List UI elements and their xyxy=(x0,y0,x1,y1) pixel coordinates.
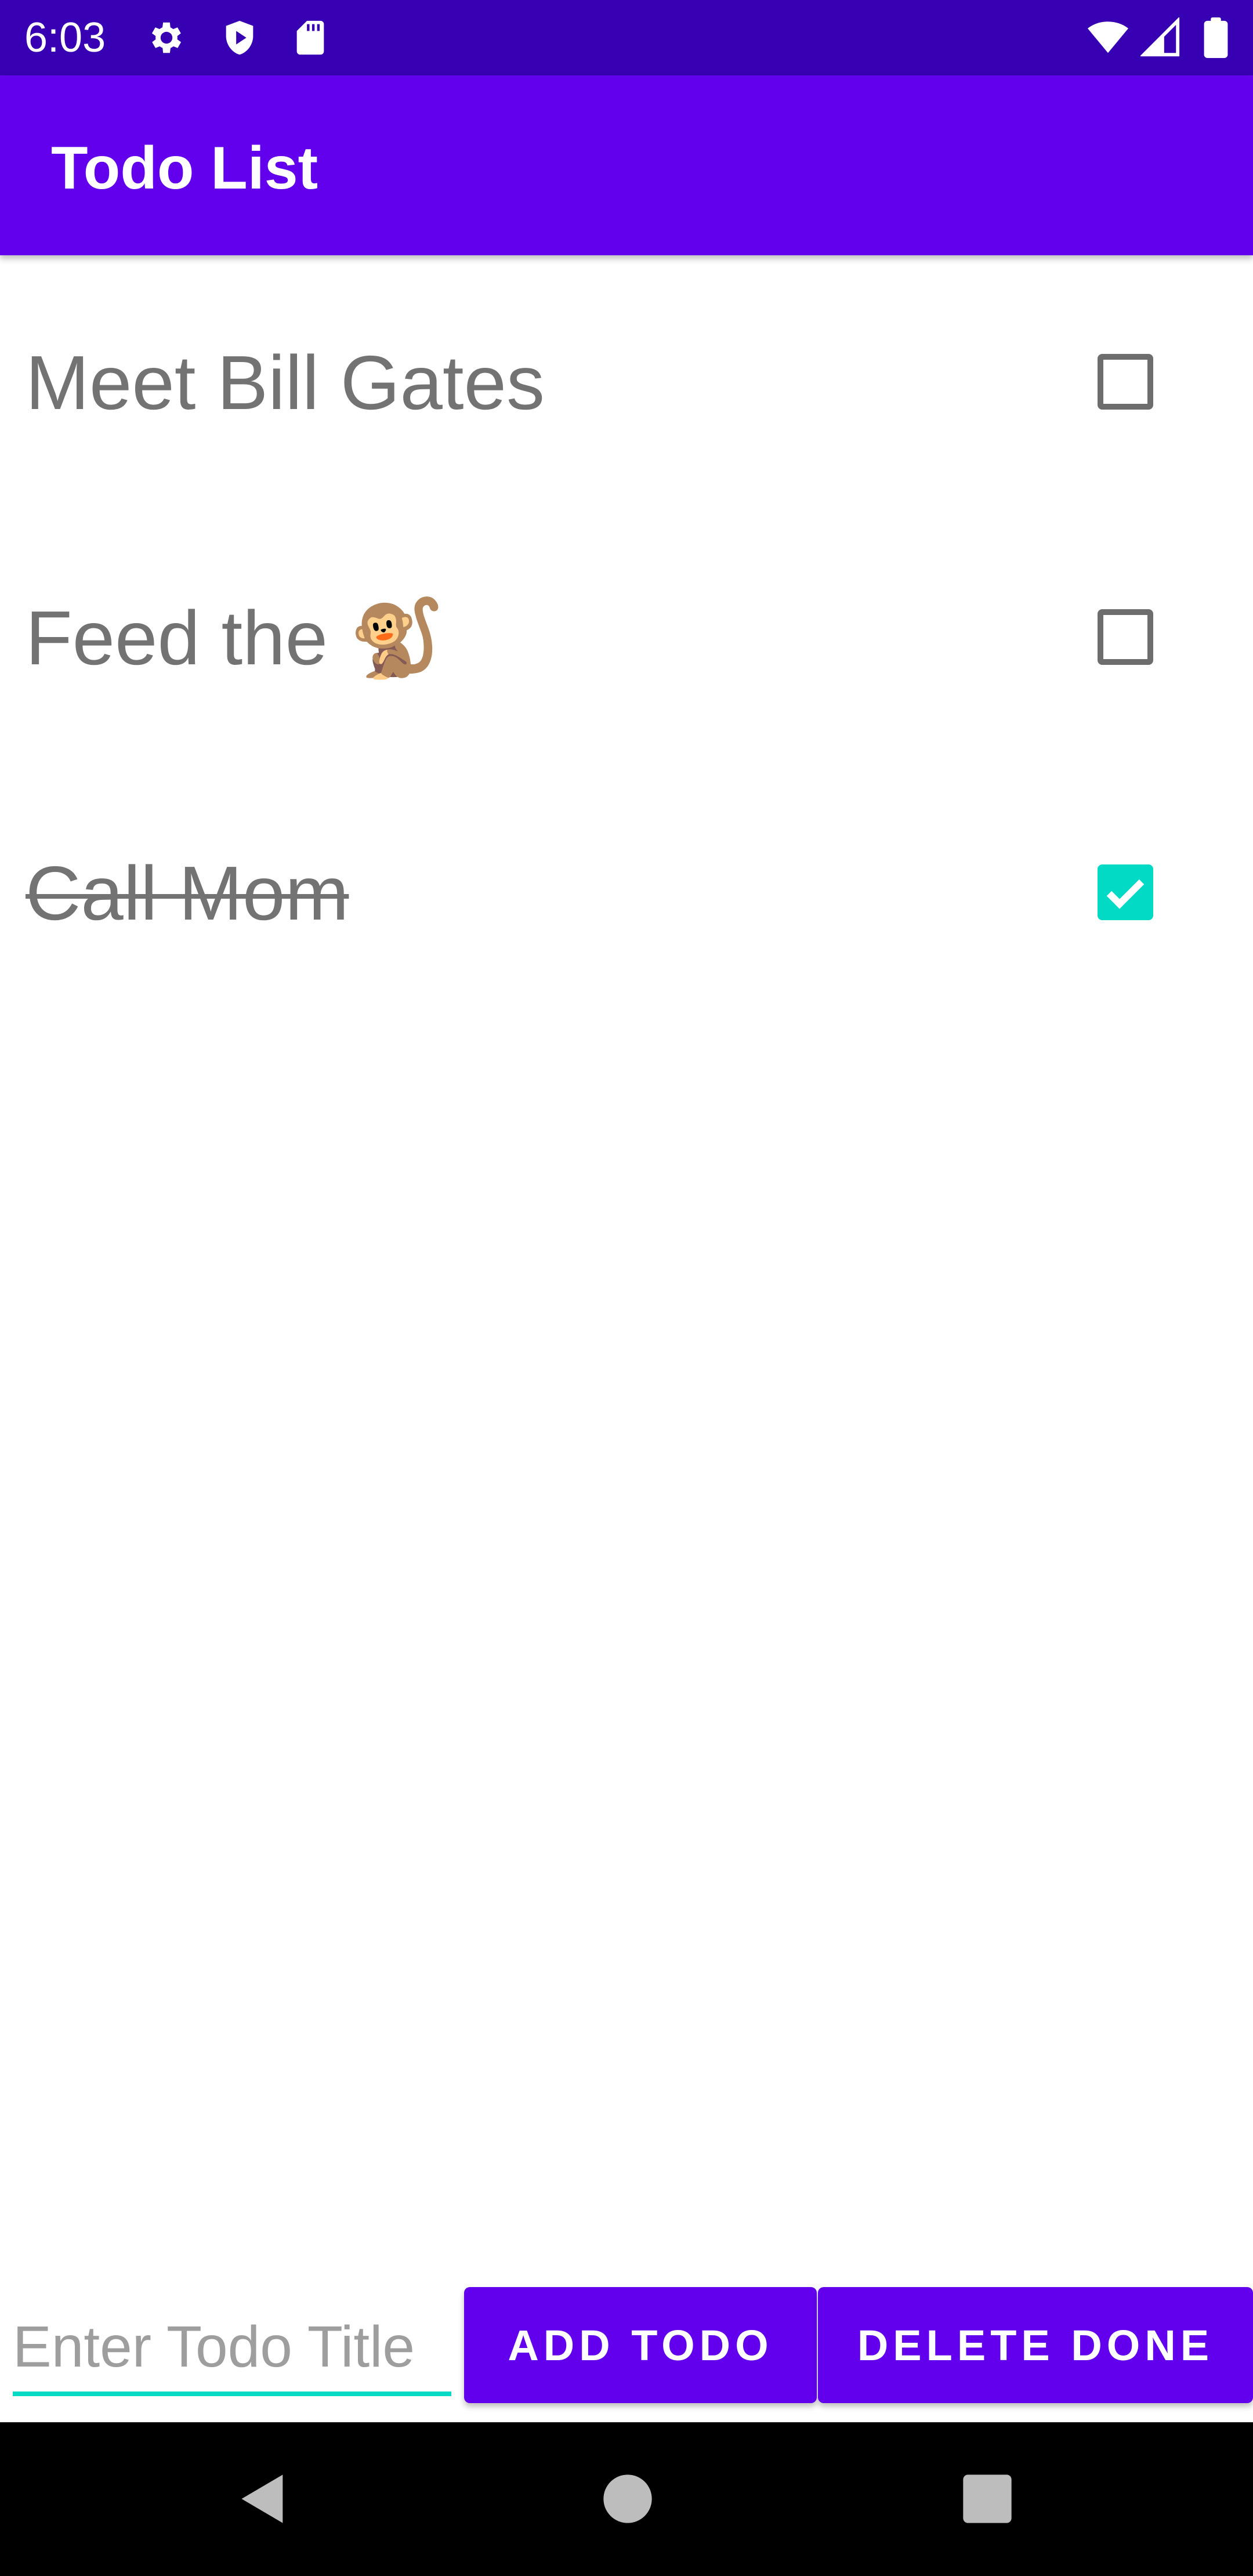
todo-title-field[interactable] xyxy=(13,2298,451,2402)
todo-title-input[interactable] xyxy=(13,2309,451,2385)
app-title: Todo List xyxy=(51,135,318,202)
home-icon[interactable] xyxy=(599,2470,657,2528)
todo-title: Meet Bill Gates xyxy=(26,340,545,425)
todo-item[interactable]: Feed the 🐒 xyxy=(0,511,1253,766)
todo-app-screen: 6:03 Todo List Meet Bill Gates Feed the … xyxy=(0,0,1253,2576)
todo-item[interactable]: Call Mom xyxy=(0,766,1253,1021)
add-todo-button[interactable]: ADD TODO xyxy=(464,2287,817,2403)
status-bar: 6:03 xyxy=(0,0,1253,75)
battery-icon xyxy=(1200,17,1232,58)
recents-icon[interactable] xyxy=(958,2470,1016,2528)
shield-play-icon xyxy=(219,17,260,58)
todo-title: Call Mom xyxy=(26,851,349,936)
gear-icon xyxy=(146,17,187,58)
todo-checkbox-checked[interactable] xyxy=(1098,864,1153,920)
back-icon[interactable] xyxy=(234,2470,292,2528)
todo-checkbox[interactable] xyxy=(1098,609,1153,665)
todo-checkbox[interactable] xyxy=(1098,354,1153,410)
todo-title: Feed the 🐒 xyxy=(26,595,445,681)
navigation-bar xyxy=(0,2422,1253,2576)
sd-card-icon xyxy=(290,17,331,58)
input-underline xyxy=(13,2392,451,2396)
signal-icon xyxy=(1140,17,1181,58)
todo-item[interactable]: Meet Bill Gates xyxy=(0,255,1253,511)
app-bar: Todo List xyxy=(0,75,1253,255)
delete-done-button[interactable]: DELETE DONE xyxy=(818,2287,1253,2403)
wifi-icon xyxy=(1084,17,1132,58)
status-time: 6:03 xyxy=(24,15,106,61)
checkmark-icon xyxy=(1106,879,1145,909)
